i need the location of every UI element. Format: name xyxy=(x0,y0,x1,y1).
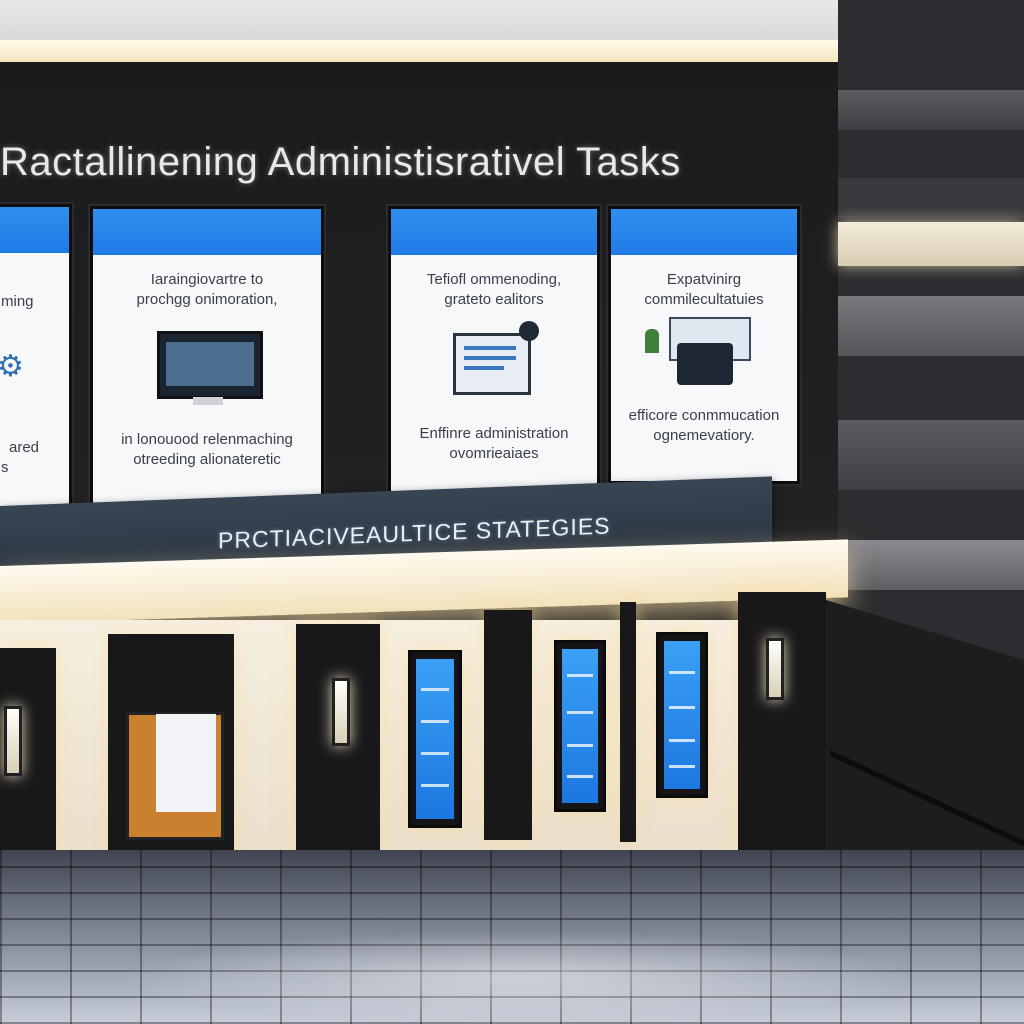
info-panel-1: ming ⚙ ared s xyxy=(0,204,72,512)
kiosk-screen xyxy=(554,640,606,812)
pillar xyxy=(484,610,532,840)
info-panel-3: Tefiofl ommenoding, grateto ealitors Enf… xyxy=(388,206,600,496)
panel-text: grateto ealitors xyxy=(444,291,544,308)
panel-text: otreeding alionateretic xyxy=(133,451,281,468)
kiosk-screen xyxy=(408,650,462,828)
panel-text: prochgg onimoration, xyxy=(136,291,278,308)
panel-text: commilecultatuies xyxy=(644,291,764,308)
wall-light-stripe xyxy=(838,222,1024,266)
wall-sconce xyxy=(332,678,350,746)
panel-text: in lonouood relenmaching xyxy=(121,431,293,448)
pillar xyxy=(738,592,826,852)
panel-text: Enffinre administration xyxy=(419,425,569,442)
panel-text: efficore conmmucation xyxy=(628,407,780,424)
wall-stripe xyxy=(838,296,1024,356)
notice-board xyxy=(108,634,234,860)
panel-text: ognemevatiory. xyxy=(653,427,755,444)
page-title: Ractallinening Administisrativel Tasks xyxy=(0,140,681,184)
panel-text: Iaraingiovartre to xyxy=(150,271,264,288)
wall-stripe xyxy=(838,90,1024,130)
wall-sconce xyxy=(766,638,784,700)
document-icon xyxy=(453,333,531,395)
wall-sconce xyxy=(4,706,22,776)
panel-text: ming xyxy=(1,293,34,310)
panel-text: ared xyxy=(9,439,40,456)
panel-text: s xyxy=(1,459,9,476)
document-icon xyxy=(156,714,216,812)
plant-icon xyxy=(645,329,659,353)
panel-text: ovomrieaiaes xyxy=(449,445,539,462)
kiosk-screen xyxy=(656,632,708,798)
wall-stripe xyxy=(838,540,1024,590)
wall-stripe xyxy=(838,178,1024,218)
panel-text: Expatvinirg xyxy=(666,271,742,288)
panel-text: Tefiofl ommenoding, xyxy=(426,271,562,288)
monitor-icon xyxy=(157,331,263,399)
info-panel-4: Expatvinirg commilecultatuies efficore c… xyxy=(608,206,800,484)
gear-icon: ⚙ xyxy=(0,350,24,383)
pillar xyxy=(620,602,636,842)
wall-stripe xyxy=(838,420,1024,490)
info-panel-2: Iaraingiovartre to prochgg onimoration, … xyxy=(90,206,324,508)
floor-reflection xyxy=(120,930,920,1024)
briefcase-icon xyxy=(677,343,733,385)
